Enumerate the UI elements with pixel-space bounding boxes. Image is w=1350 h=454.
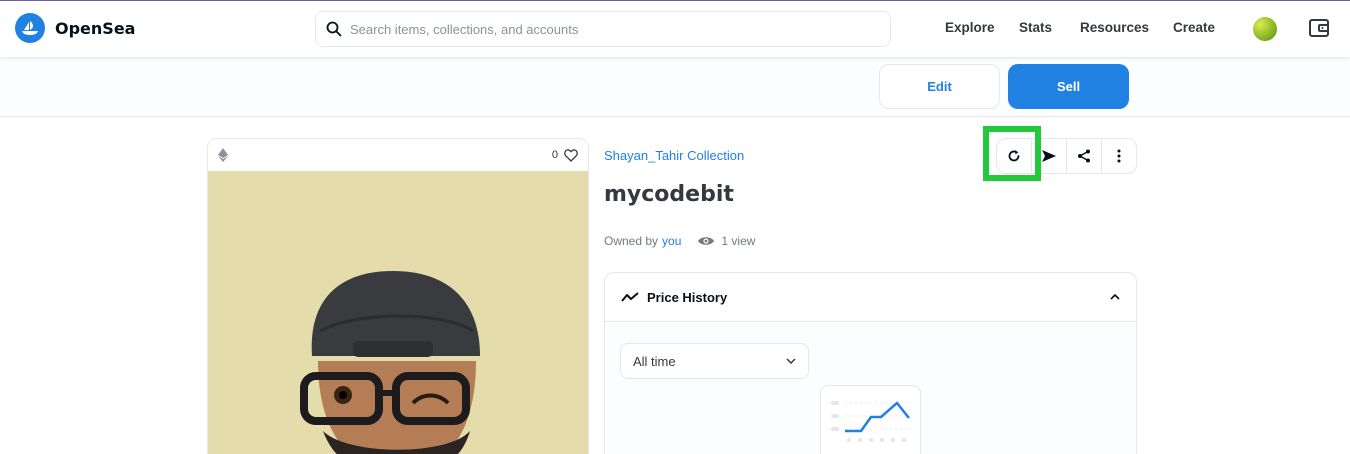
- ownership-info: Owned by you 1 view: [604, 234, 755, 248]
- chevron-down-icon: [786, 358, 796, 364]
- wallet-icon[interactable]: [1308, 17, 1330, 39]
- edit-button[interactable]: Edit: [879, 64, 1000, 109]
- view-count: 1 view: [697, 234, 755, 248]
- chevron-up-icon[interactable]: [1110, 294, 1120, 300]
- search-input[interactable]: [350, 21, 870, 37]
- nft-artwork[interactable]: [208, 171, 588, 454]
- empty-chart-illustration: [820, 385, 921, 454]
- favorites-count: 0: [551, 149, 558, 161]
- price-history-body: All time: [605, 322, 1136, 454]
- view-count-text: 1 view: [721, 234, 756, 248]
- eye-icon: [698, 237, 715, 245]
- sell-button[interactable]: Sell: [1008, 64, 1129, 109]
- nav-resources[interactable]: Resources: [1080, 20, 1149, 35]
- price-history-title: Price History: [647, 289, 728, 305]
- opensea-logo-icon: [15, 13, 45, 43]
- send-icon: [1042, 150, 1056, 162]
- price-history-panel: Price History All time: [604, 272, 1137, 454]
- price-history-title-group: Price History: [621, 290, 727, 305]
- item-title: mycodebit: [604, 182, 734, 207]
- share-icon: [1078, 149, 1090, 163]
- nav-explore[interactable]: Explore: [945, 20, 995, 35]
- refresh-highlight-box: [983, 126, 1041, 181]
- brand-logo[interactable]: OpenSea: [15, 13, 135, 43]
- more-options-button[interactable]: [1102, 139, 1136, 173]
- owner-link[interactable]: you: [662, 234, 681, 248]
- price-history-header[interactable]: Price History: [605, 273, 1136, 322]
- owned-by-label: Owned by: [604, 234, 659, 248]
- search-icon: [326, 21, 342, 37]
- collection-link[interactable]: Shayan_Tahir Collection: [604, 148, 744, 163]
- trending-icon: [621, 292, 639, 302]
- heart-icon[interactable]: [564, 148, 578, 162]
- time-range-value: All time: [633, 353, 676, 369]
- nav-create[interactable]: Create: [1173, 20, 1215, 35]
- account-avatar-icon[interactable]: [1253, 17, 1277, 41]
- favorite-control[interactable]: 0: [551, 148, 578, 162]
- more-icon: [1117, 149, 1121, 163]
- card-header: 0: [208, 139, 588, 171]
- search-bar[interactable]: [315, 11, 891, 47]
- time-range-select[interactable]: All time: [620, 343, 809, 379]
- share-button[interactable]: [1067, 139, 1102, 173]
- top-navigation-bar: OpenSea Explore Stats Resources Create: [0, 1, 1350, 57]
- nav-stats[interactable]: Stats: [1019, 20, 1052, 35]
- ethereum-icon: [218, 148, 228, 162]
- nft-image-card: 0: [207, 138, 589, 454]
- brand-name: OpenSea: [55, 18, 136, 38]
- item-action-bar: Edit Sell: [0, 57, 1350, 117]
